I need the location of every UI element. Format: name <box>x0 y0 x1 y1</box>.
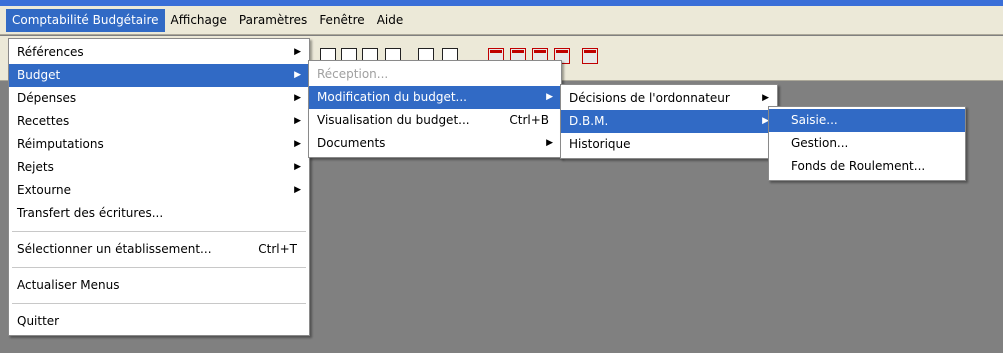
dbm-submenu: Saisie... Gestion... Fonds de Roulement.… <box>768 106 966 181</box>
submenu-arrow-icon: ▶ <box>294 162 301 172</box>
submenu-arrow-icon: ▶ <box>294 70 301 80</box>
menu-item-rejets[interactable]: Rejets ▶ <box>9 156 309 179</box>
menu-item-budget[interactable]: Budget ▶ <box>9 64 309 87</box>
menu-item-label: Réception... <box>317 67 389 81</box>
menu-item-fonds-roulement[interactable]: Fonds de Roulement... <box>769 155 965 178</box>
menu-item-label: Budget <box>17 68 61 82</box>
menu-bar: Comptabilité Budgétaire Affichage Paramè… <box>0 6 1003 35</box>
menu-item-label: Sélectionner un établissement... <box>17 242 212 256</box>
menu-item-label: Dépenses <box>17 91 77 105</box>
main-dropdown-menu: Références ▶ Budget ▶ Dépenses ▶ Recette… <box>8 38 310 336</box>
menu-fenetre[interactable]: Fenêtre <box>313 9 370 32</box>
menu-item-label: Modification du budget... <box>317 90 467 104</box>
menu-separator <box>12 267 306 268</box>
menu-item-label: Références <box>17 45 84 59</box>
menu-item-label: Extourne <box>17 183 72 197</box>
menu-item-decisions-ordonnateur[interactable]: Décisions de l'ordonnateur ▶ <box>561 87 777 110</box>
menu-parametres[interactable]: Paramètres <box>233 9 313 32</box>
menu-item-historique[interactable]: Historique <box>561 133 777 156</box>
menu-item-label: Documents <box>317 136 386 150</box>
menu-item-transfert-ecritures[interactable]: Transfert des écritures... <box>9 202 309 225</box>
menu-item-label: Réimputations <box>17 137 104 151</box>
menu-item-actualiser-menus[interactable]: Actualiser Menus <box>9 274 309 297</box>
menu-item-modification-budget[interactable]: Modification du budget... ▶ <box>309 86 561 109</box>
budget-submenu: Réception... Modification du budget... ▶… <box>308 60 562 158</box>
menu-separator <box>12 231 306 232</box>
submenu-arrow-icon: ▶ <box>294 47 301 57</box>
submenu-arrow-icon: ▶ <box>294 185 301 195</box>
submenu-arrow-icon: ▶ <box>546 92 553 102</box>
menu-item-saisie[interactable]: Saisie... <box>769 109 965 132</box>
menu-item-recettes[interactable]: Recettes ▶ <box>9 110 309 133</box>
menu-item-quitter[interactable]: Quitter <box>9 310 309 333</box>
menu-separator <box>12 303 306 304</box>
menu-item-dbm[interactable]: D.B.M. ▶ <box>561 110 777 133</box>
menu-affichage[interactable]: Affichage <box>165 9 233 32</box>
modification-budget-submenu: Décisions de l'ordonnateur ▶ D.B.M. ▶ Hi… <box>560 84 778 159</box>
menu-item-label: Recettes <box>17 114 70 128</box>
submenu-arrow-icon: ▶ <box>294 139 301 149</box>
menu-item-label: Gestion... <box>791 136 849 150</box>
menu-item-label: Rejets <box>17 160 54 174</box>
submenu-arrow-icon: ▶ <box>294 116 301 126</box>
menu-item-documents[interactable]: Documents ▶ <box>309 132 561 155</box>
menu-item-depenses[interactable]: Dépenses ▶ <box>9 87 309 110</box>
submenu-arrow-icon: ▶ <box>546 138 553 148</box>
menu-item-gestion[interactable]: Gestion... <box>769 132 965 155</box>
menu-item-reception: Réception... <box>309 63 561 86</box>
menu-item-extourne[interactable]: Extourne ▶ <box>9 179 309 202</box>
menu-item-label: Transfert des écritures... <box>17 206 164 220</box>
menu-item-reimputations[interactable]: Réimputations ▶ <box>9 133 309 156</box>
menu-item-label: D.B.M. <box>569 114 609 128</box>
menu-item-visualisation-budget[interactable]: Visualisation du budget... Ctrl+B <box>309 109 561 132</box>
menu-item-label: Historique <box>569 137 631 151</box>
menu-item-label: Quitter <box>17 314 60 328</box>
menu-item-shortcut: Ctrl+T <box>258 242 297 256</box>
menu-item-label: Saisie... <box>791 113 838 127</box>
menu-item-label: Décisions de l'ordonnateur <box>569 91 730 105</box>
toolbar-report-icon[interactable] <box>582 48 598 64</box>
menu-item-label: Fonds de Roulement... <box>791 159 926 173</box>
menu-item-selectionner-etablissement[interactable]: Sélectionner un établissement... Ctrl+T <box>9 238 309 261</box>
menu-item-shortcut: Ctrl+B <box>509 113 549 127</box>
submenu-arrow-icon: ▶ <box>294 93 301 103</box>
menu-aide[interactable]: Aide <box>371 9 410 32</box>
menu-item-label: Actualiser Menus <box>17 278 120 292</box>
menu-comptabilite-budgetaire[interactable]: Comptabilité Budgétaire <box>6 8 165 32</box>
menu-item-label: Visualisation du budget... <box>317 113 470 127</box>
menu-item-references[interactable]: Références ▶ <box>9 41 309 64</box>
